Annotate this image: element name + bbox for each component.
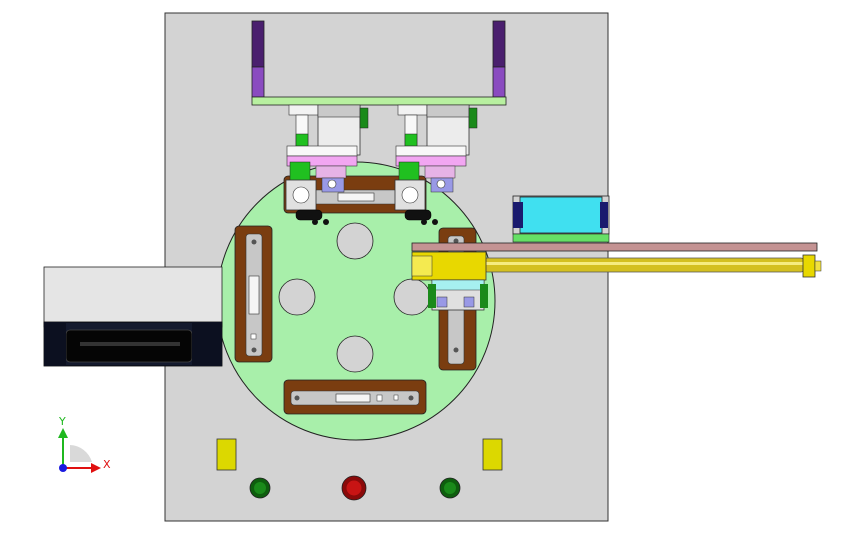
fixture-bottom — [283, 379, 427, 415]
crossbar — [251, 96, 507, 106]
x-axis-label: X — [103, 458, 111, 471]
left-motor-unit — [43, 266, 223, 367]
motor-box — [43, 266, 223, 328]
feeder-base — [512, 233, 610, 243]
z-axis-dot — [59, 464, 67, 472]
rail — [411, 242, 818, 252]
hole-left — [278, 278, 316, 316]
indicator-right — [482, 438, 503, 471]
start-button-right[interactable] — [439, 477, 461, 499]
hole-bottom — [336, 335, 374, 373]
right-upright — [492, 66, 506, 98]
hole-top — [336, 222, 374, 260]
cyan-block — [519, 196, 603, 234]
start-button-left[interactable] — [249, 477, 271, 499]
indicator-left — [216, 438, 237, 471]
fixture-left — [234, 225, 273, 363]
cylinder-end-cap — [802, 254, 816, 278]
left-upright — [251, 66, 265, 98]
cad-assembly-top-view: Y X — [0, 0, 867, 533]
right-upright-dark — [492, 20, 506, 68]
emergency-stop-button[interactable] — [341, 475, 367, 501]
hole-right — [393, 278, 431, 316]
left-upright-dark — [251, 20, 265, 68]
y-axis-label: Y — [58, 415, 66, 428]
